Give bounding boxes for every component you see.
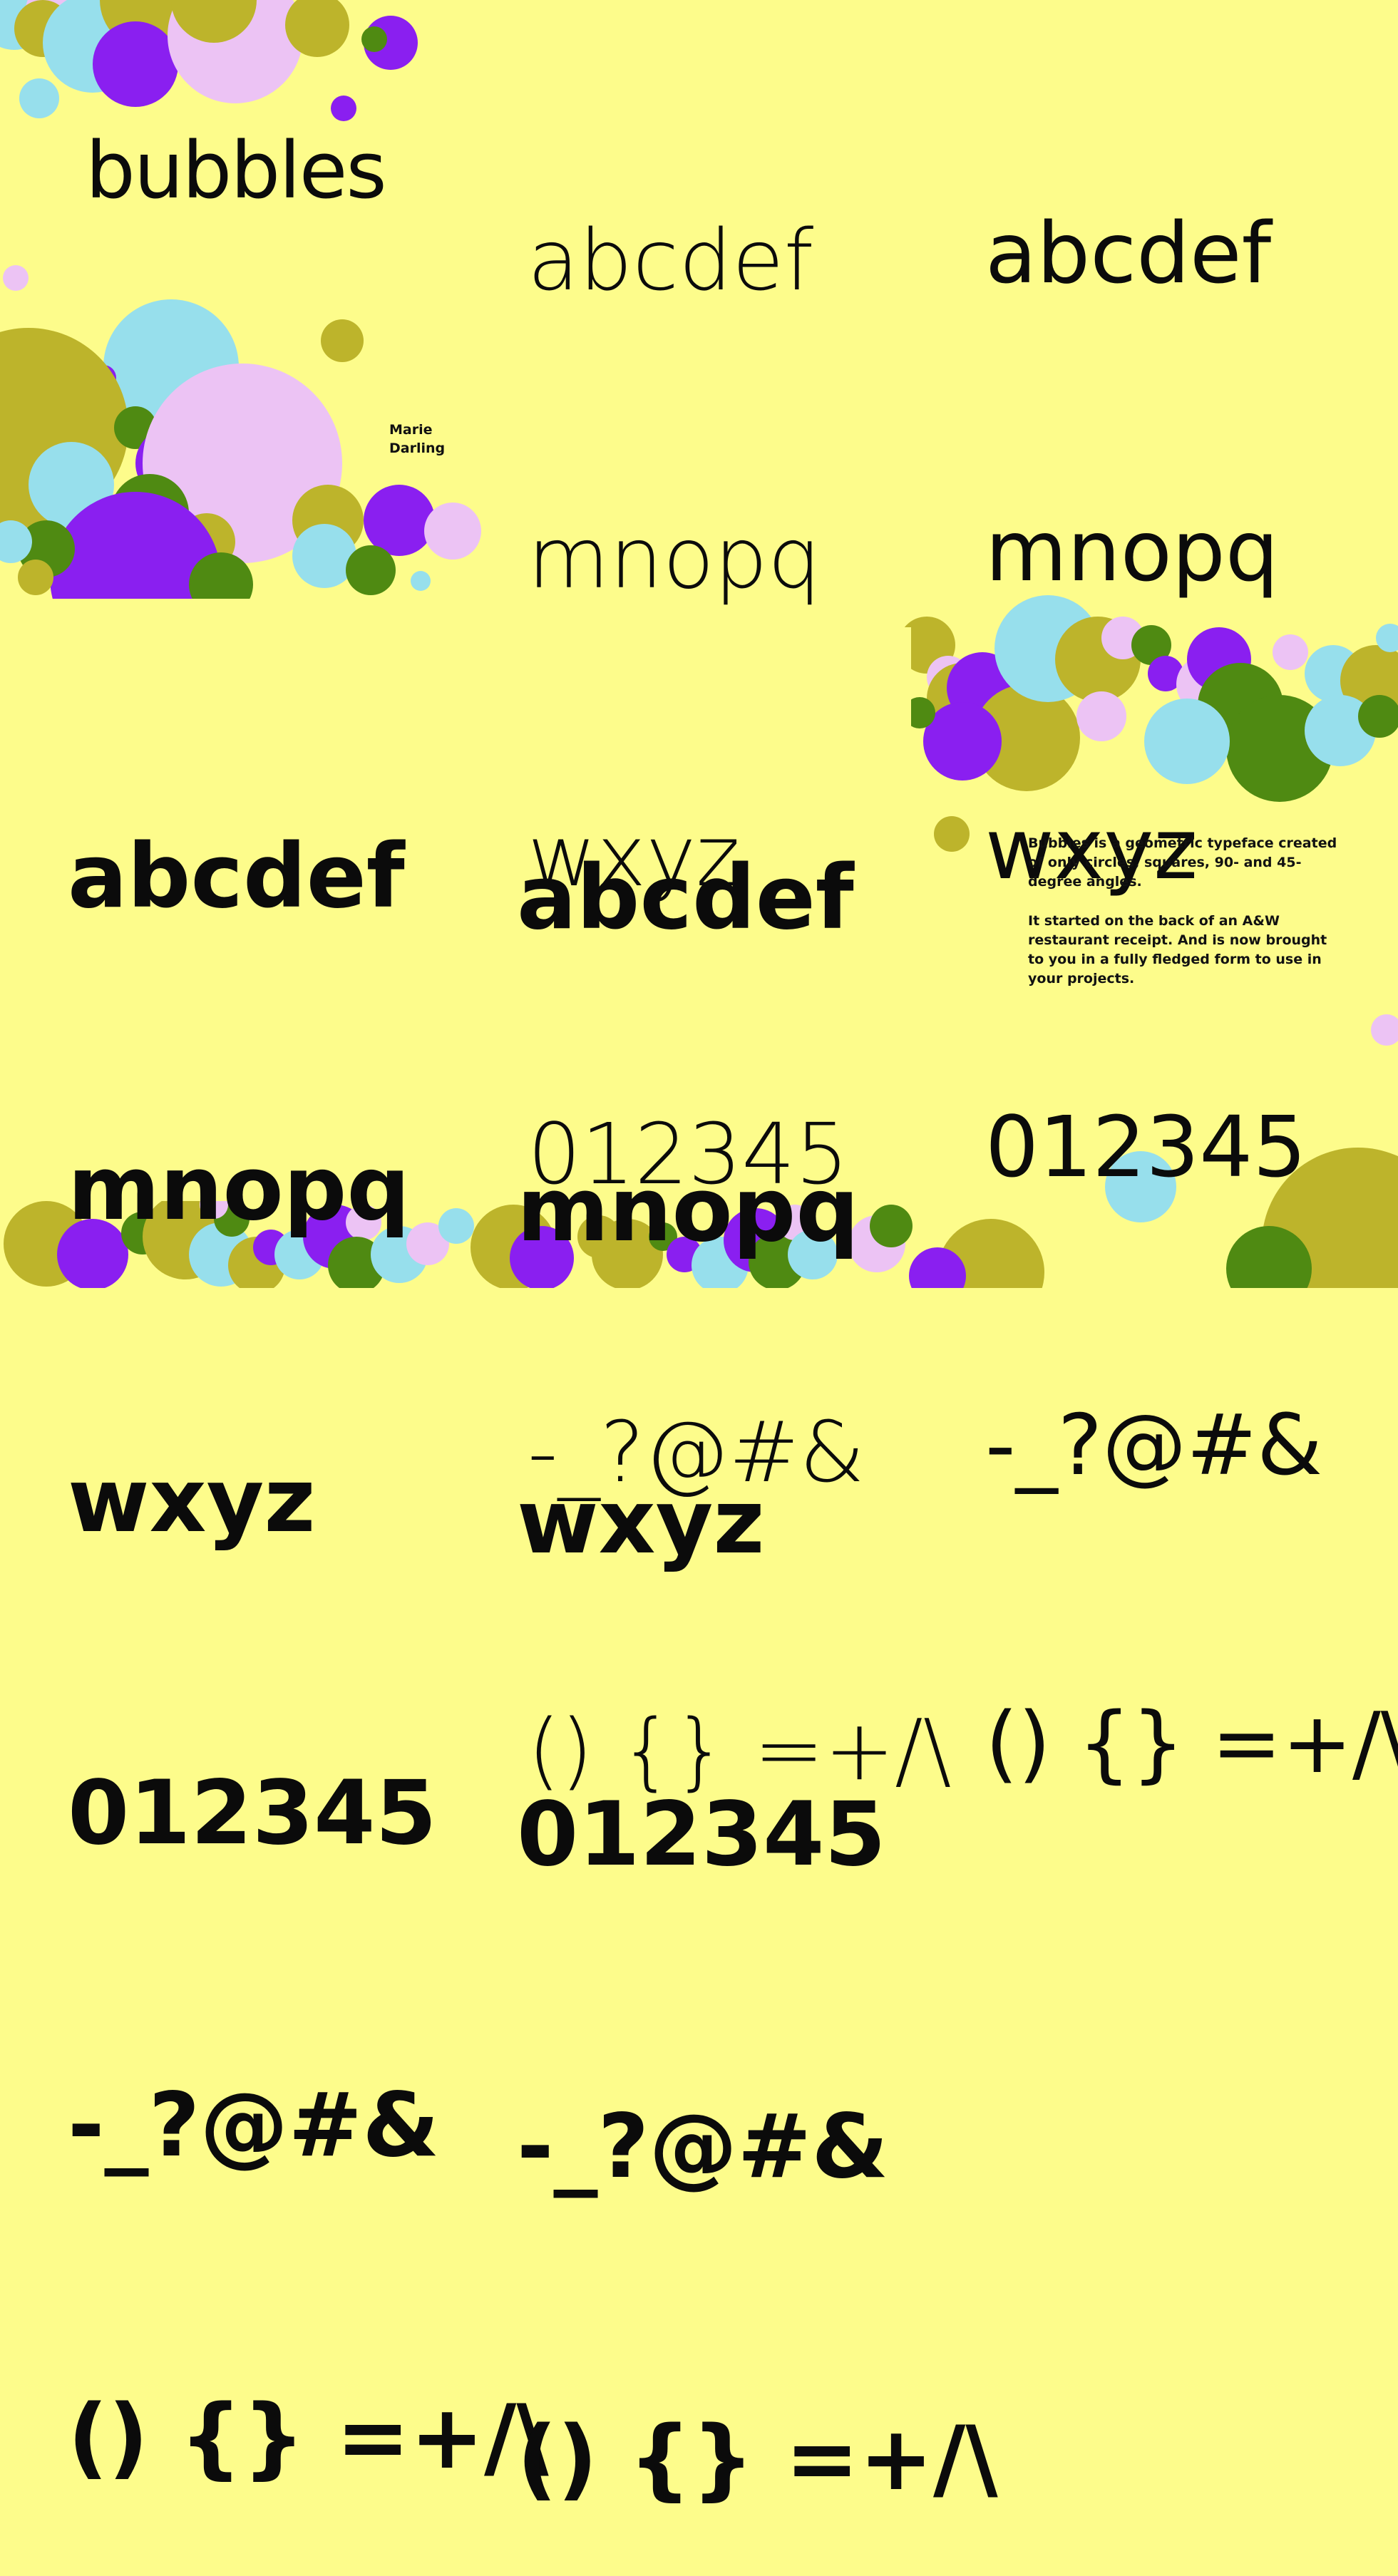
bubble bbox=[93, 21, 178, 107]
specimen-bold: abcdef mnopq wxyz 012345 -_?@#& () {} =+… bbox=[517, 649, 998, 2576]
specimen-line: mnopq bbox=[68, 1138, 411, 1240]
bubble bbox=[364, 485, 435, 556]
bubble bbox=[18, 560, 53, 595]
specimen-line: mnopq bbox=[985, 502, 1279, 600]
bubble bbox=[321, 319, 364, 362]
typeface-description: Bubbles is a geometric typeface created … bbox=[1028, 834, 1342, 1009]
specimen-medium: abcdef mnopq wxyz 012345 -_?@#& () {} =+… bbox=[68, 627, 549, 2576]
specimen-line: abcdef bbox=[528, 211, 814, 309]
specimen-line: wxyz bbox=[517, 1471, 765, 1574]
specimen-line: () {} =+/\ bbox=[517, 2408, 998, 2510]
description-paragraph: It started on the back of an A&W restaur… bbox=[1028, 913, 1327, 986]
specimen-line: () {} =+/\ bbox=[985, 1694, 1398, 1792]
specimen-line: mnopq bbox=[517, 1159, 860, 1262]
bubble bbox=[292, 524, 356, 588]
specimen-line: 012345 bbox=[517, 1783, 886, 1886]
specimen-line: abcdef bbox=[517, 847, 854, 949]
specimen-line: -_?@#& bbox=[985, 1396, 1323, 1494]
specimen-line: 012345 bbox=[985, 1098, 1307, 1196]
bubble bbox=[411, 571, 431, 591]
bubble bbox=[361, 26, 387, 52]
bubble bbox=[3, 265, 29, 291]
bubble bbox=[346, 545, 396, 595]
author-last-name: Darling bbox=[389, 441, 446, 456]
specimen-line: 012345 bbox=[68, 1762, 437, 1865]
specimen-line: -_?@#& bbox=[68, 2074, 440, 2177]
bubble bbox=[331, 96, 356, 121]
typeface-title: bubbles bbox=[86, 125, 387, 216]
description-paragraph: Bubbles is a geometric typeface created … bbox=[1028, 835, 1337, 890]
specimen-line: abcdef bbox=[985, 204, 1272, 302]
specimen-line: () {} =+/\ bbox=[68, 2386, 549, 2489]
specimen-line: -_?@#& bbox=[517, 2096, 889, 2198]
specimen-line: abcdef bbox=[68, 825, 405, 928]
author-credit: Marie Darling bbox=[389, 421, 445, 458]
bubble bbox=[19, 78, 59, 118]
author-first-name: Marie bbox=[389, 422, 433, 438]
specimen-line: mnopq bbox=[528, 509, 821, 607]
specimen-line: wxyz bbox=[68, 1450, 316, 1552]
bubble bbox=[424, 503, 481, 560]
